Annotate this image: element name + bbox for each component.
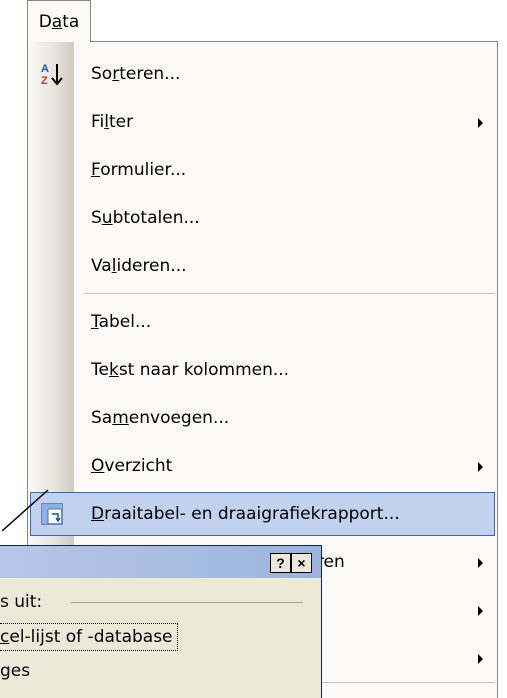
submenu-arrow-icon: [478, 462, 483, 472]
dialog-titlebar[interactable]: ? ×: [0, 546, 321, 578]
menu-item-label: Overzicht: [91, 456, 173, 476]
submenu-arrow-icon: [478, 654, 483, 664]
menu-item-subtotalen[interactable]: Subtotalen...: [28, 194, 497, 242]
svg-text:A: A: [41, 63, 49, 75]
help-button[interactable]: ?: [270, 553, 291, 573]
submenu-arrow-icon: [478, 118, 483, 128]
section-divider: [71, 602, 303, 603]
option-external-data-label[interactable]: ges: [0, 658, 30, 684]
menu-data-title[interactable]: Data: [27, 0, 91, 42]
menu-item-filter[interactable]: Filter: [28, 98, 497, 146]
pivot-table-icon: [39, 501, 65, 527]
menu-item-label: Sorteren...: [91, 64, 181, 84]
submenu-arrow-icon: [478, 558, 483, 568]
menu-item-draaitabel-en-draaigrafiekrapport[interactable]: Draaitabel- en draaigrafiekrapport...: [28, 490, 497, 538]
menu-item-label: Valideren...: [91, 256, 187, 276]
sort-ascending-icon: AZ: [39, 61, 65, 87]
menu-item-formulier[interactable]: Formulier...: [28, 146, 497, 194]
menu-separator: [84, 293, 495, 294]
data-source-section-label: s uit:: [0, 592, 43, 612]
menu-item-label: Samenvoegen...: [91, 408, 230, 428]
menu-item-samenvoegen[interactable]: Samenvoegen...: [28, 394, 497, 442]
menu-item-tekst-naar-kolommen[interactable]: Tekst naar kolommen...: [28, 346, 497, 394]
menu-item-label: Filter: [91, 112, 134, 132]
option-excel-list-database[interactable]: cel-lijst of -database: [0, 623, 178, 651]
menu-item-overzicht[interactable]: Overzicht: [28, 442, 497, 490]
menu-item-label: Tabel...: [91, 312, 152, 332]
submenu-arrow-icon: [478, 606, 483, 616]
menu-item-label: Tekst naar kolommen...: [91, 360, 290, 380]
menu-item-label: Formulier...: [91, 160, 187, 180]
svg-text:Z: Z: [41, 75, 48, 87]
menu-item-sorteren[interactable]: A Z Sorteren...: [28, 50, 497, 98]
menu-item-label: Draaitabel- en draaigrafiekrapport...: [91, 504, 400, 524]
close-button[interactable]: ×: [291, 553, 312, 573]
menu-item-tabel[interactable]: Tabel...: [28, 298, 497, 346]
menu-item-valideren[interactable]: Valideren...: [28, 242, 497, 290]
menu-item-label: Subtotalen...: [91, 208, 200, 228]
pivot-wizard-dialog: ? × s uit: cel-lijst of -database ges: [0, 545, 322, 698]
